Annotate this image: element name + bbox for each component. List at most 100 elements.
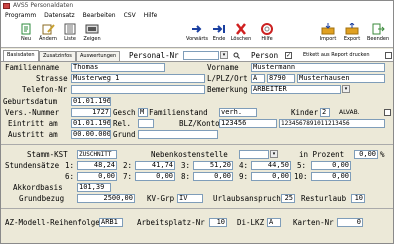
menu-bearbeiten[interactable]: Bearbeiten: [79, 11, 120, 21]
stammkst-label: Stamm-KST: [27, 150, 68, 159]
urlaubsanspruch-label: Urlaubsanspruch: [213, 194, 281, 203]
window-title: AVS5 Personaldaten: [13, 2, 74, 9]
vorname-field[interactable]: Mustermann: [251, 63, 385, 72]
versnr-field[interactable]: 1727: [71, 108, 111, 117]
eintritt-label: Eintritt am: [8, 119, 58, 128]
telefon-label: Telefon-Nr: [22, 85, 68, 94]
grundbezug-label: Grundbezug: [19, 194, 65, 203]
nebenkostenstelle-dropdown[interactable]: ▾: [270, 150, 278, 158]
gesch-field[interactable]: M: [138, 108, 148, 117]
rate-label-2: 2:: [123, 161, 133, 170]
akkordbasis-label: Akkordbasis: [13, 183, 63, 192]
kinder-field[interactable]: 2: [320, 108, 330, 117]
lplzort-label: L/PLZ/Ort: [207, 74, 248, 83]
strasse-field[interactable]: Musterweg 1: [71, 74, 205, 83]
zeigen-label: Zeigen: [83, 36, 101, 42]
grundbezug-field[interactable]: 2500,00: [77, 194, 135, 203]
app-icon: [3, 3, 10, 9]
nebenkostenstelle-field[interactable]: [239, 150, 269, 159]
az-modell-field[interactable]: ARB1: [99, 218, 123, 227]
aendern-button[interactable]: Ändern: [37, 22, 59, 47]
grund-field[interactable]: [138, 130, 218, 139]
tab-basisdaten[interactable]: Basisdaten: [3, 50, 39, 61]
rate-field-4[interactable]: 44,50: [251, 161, 291, 170]
menu-datensatz[interactable]: Datensatz: [40, 11, 78, 21]
familienname-field[interactable]: Thomas: [71, 63, 165, 72]
print-report-checkbox[interactable]: [385, 52, 392, 59]
eintritt-field[interactable]: 01.01.1960: [71, 119, 111, 128]
import-button[interactable]: Import: [317, 22, 339, 47]
rate-field-8[interactable]: 0,00: [193, 172, 233, 181]
rate-field-10[interactable]: 0,00: [311, 172, 351, 181]
familienname-label: Familienname: [5, 63, 60, 72]
stundensaetze-label: Stundensätze: [5, 161, 60, 170]
rate-field-6[interactable]: 0,00: [77, 172, 117, 181]
bemerkung-dropdown[interactable]: ▾: [342, 85, 350, 93]
resturlaub-field[interactable]: 10: [351, 194, 365, 203]
liste-button[interactable]: Liste: [59, 22, 81, 47]
blz-field[interactable]: 123456: [219, 119, 277, 128]
menu-csv[interactable]: CSV: [120, 11, 140, 21]
footer-divider: [1, 208, 393, 209]
help-lifebuoy-icon: [261, 23, 273, 35]
person-checkbox[interactable]: ✓: [285, 52, 292, 59]
familienstand-field[interactable]: verh.: [219, 108, 257, 117]
ende-button[interactable]: Ende: [208, 22, 230, 47]
search-icon[interactable]: [233, 52, 240, 59]
neu-button[interactable]: Neu: [15, 22, 37, 47]
menu-hilfe[interactable]: Hilfe: [140, 11, 162, 21]
menu-programm[interactable]: Programm: [1, 11, 40, 21]
personal-nr-dropdown[interactable]: ▾: [220, 51, 228, 59]
beenden-button[interactable]: Beenden: [367, 22, 389, 47]
prozent-field[interactable]: 0,00: [354, 150, 378, 159]
person-label: Person: [251, 51, 279, 60]
tab-auswertungen[interactable]: Auswertungen: [76, 51, 121, 61]
karten-field[interactable]: 0: [337, 218, 363, 227]
rate-field-7[interactable]: 0,00: [135, 172, 175, 181]
hilfe-button[interactable]: Hilfe: [256, 22, 278, 47]
resturlaub-label: Resturlaub: [301, 194, 347, 203]
kvgrp-field[interactable]: IV: [177, 194, 203, 203]
stammkst-field[interactable]: ZUSCHNITT: [77, 150, 117, 159]
tab-strip: Basisdaten Zusatzinfos Auswertungen Pers…: [1, 49, 393, 61]
loeschen-button[interactable]: Löschen: [230, 22, 252, 47]
vorwaerts-button[interactable]: Vorwärts: [186, 22, 208, 47]
land-field[interactable]: A: [251, 74, 265, 83]
konto-field[interactable]: 1234567891011213456: [279, 119, 385, 128]
telefon-field[interactable]: [71, 85, 205, 94]
arbeitsplatz-label: Arbeitsplatz-Nr: [137, 218, 205, 227]
austritt-field[interactable]: 00.00.0000: [71, 130, 111, 139]
rate-field-3[interactable]: 51,20: [193, 161, 233, 170]
dilkz-field[interactable]: A: [267, 218, 281, 227]
alvab-checkbox[interactable]: [384, 109, 391, 116]
tab-zusatzinfos[interactable]: Zusatzinfos: [39, 51, 76, 61]
strasse-label: Strasse: [36, 74, 68, 83]
liste-label: Liste: [64, 36, 76, 42]
bemerkung-label: Bemerkung: [207, 85, 248, 94]
rate-label-3: 3:: [181, 161, 191, 170]
bemerkung-field[interactable]: ARBEITER: [251, 85, 341, 94]
personal-nr-field[interactable]: [183, 51, 219, 60]
hilfe-label: Hilfe: [261, 36, 273, 42]
new-document-icon: [21, 23, 31, 35]
arbeitsplatz-field[interactable]: 10: [209, 218, 227, 227]
rel-field[interactable]: [138, 119, 154, 128]
rate-field-9[interactable]: 0,00: [251, 172, 291, 181]
arrow-end-icon: [213, 25, 225, 33]
ort-field[interactable]: Musterhausen: [297, 74, 385, 83]
gesch-label: Gesch: [113, 108, 136, 117]
zeigen-button[interactable]: Zeigen: [81, 22, 103, 47]
urlaubsanspruch-field[interactable]: 25: [281, 194, 295, 203]
rate-field-1[interactable]: 48,24: [77, 161, 117, 170]
basisdaten-panel: Familienname Thomas Vorname Mustermann S…: [1, 61, 393, 243]
prozent-label: in Prozent: [299, 150, 345, 159]
exit-icon: [372, 23, 385, 35]
rate-field-2[interactable]: 41,74: [135, 161, 175, 170]
menu-bar: Programm Datensatz Bearbeiten CSV Hilfe: [1, 11, 393, 21]
plz-field[interactable]: 8790: [267, 74, 295, 83]
rate-field-5[interactable]: 0,00: [311, 161, 351, 170]
beenden-label: Beenden: [367, 36, 390, 42]
akkordbasis-field[interactable]: 101,39: [77, 183, 111, 192]
geburtsdatum-field[interactable]: 01.01.1960: [71, 97, 111, 106]
export-button[interactable]: Export: [341, 22, 363, 47]
